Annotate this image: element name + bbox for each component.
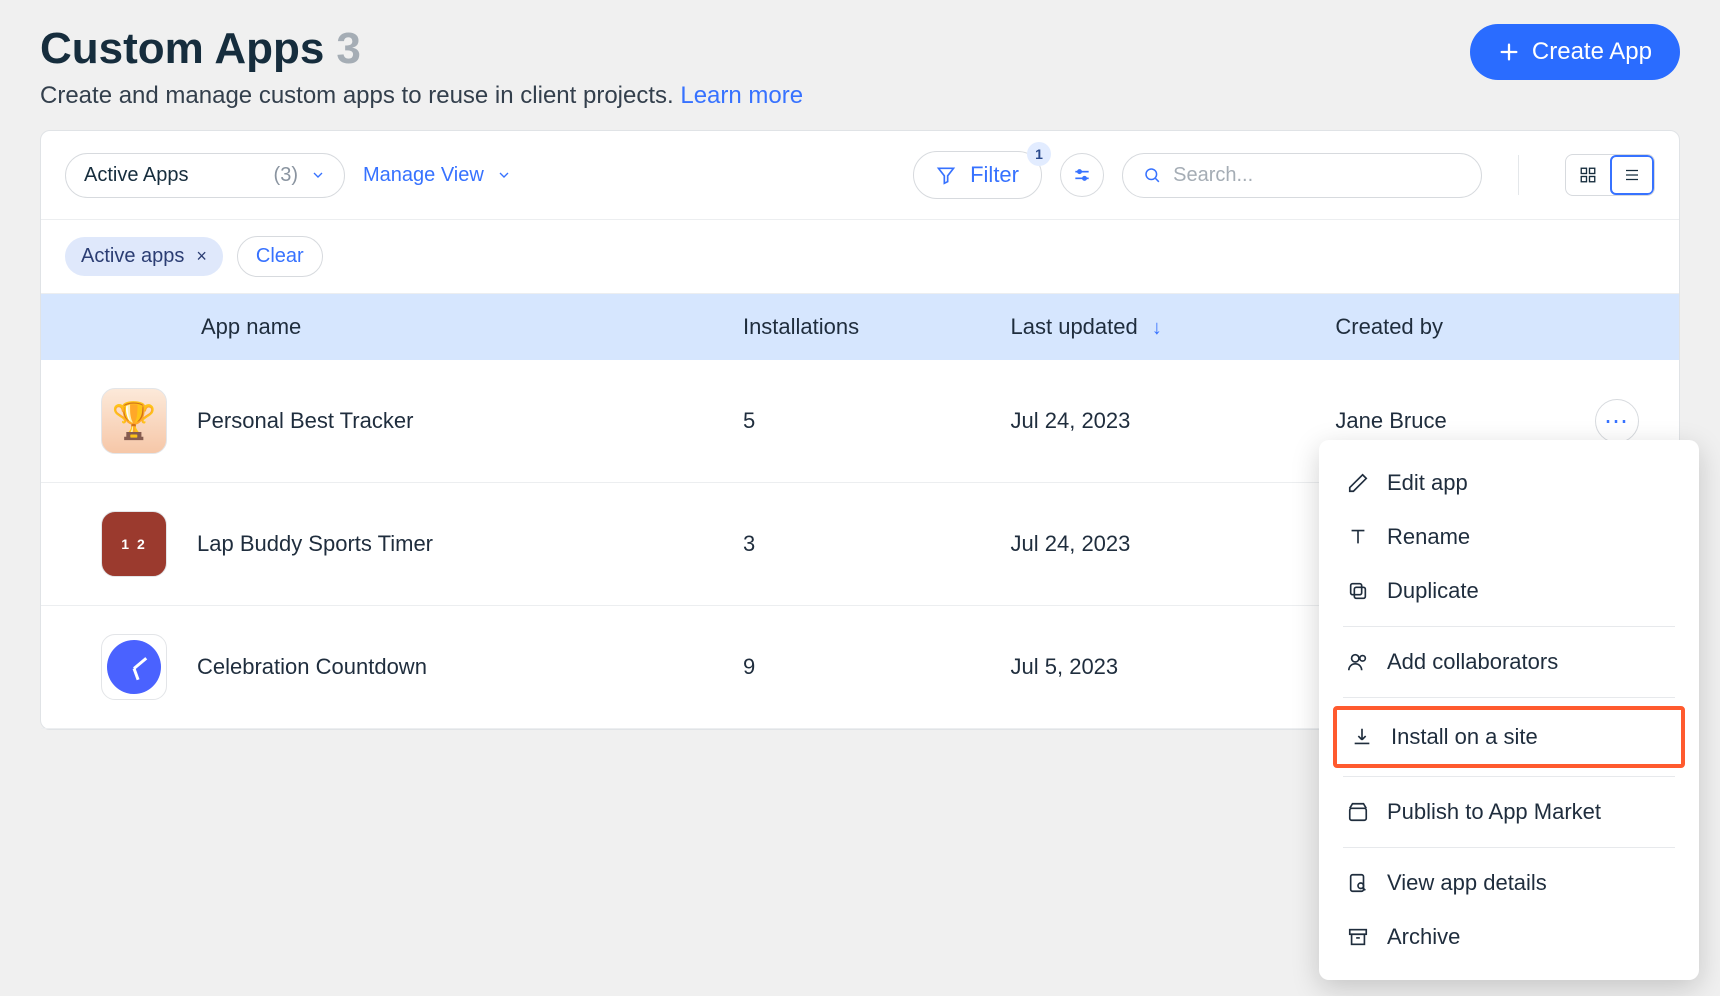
filter-chips-row: Active apps × Clear: [41, 220, 1679, 294]
col-last-updated[interactable]: Last updated ↓: [987, 294, 1312, 360]
menu-archive-label: Archive: [1387, 924, 1460, 950]
view-select-label: Active Apps: [84, 164, 189, 187]
learn-more-link[interactable]: Learn more: [680, 82, 803, 109]
table-header-row: App name Installations Last updated ↓ Cr…: [41, 294, 1679, 360]
row-actions-menu: Edit app Rename Duplicate: [1319, 440, 1699, 980]
menu-rename-label: Rename: [1387, 524, 1470, 550]
filter-button[interactable]: Filter 1: [913, 151, 1042, 199]
chip-close-icon[interactable]: ×: [196, 246, 207, 267]
plus-icon: [1498, 41, 1520, 63]
menu-publish[interactable]: Publish to App Market: [1319, 785, 1699, 839]
grid-view-button[interactable]: [1566, 155, 1610, 195]
pencil-icon: [1347, 472, 1369, 494]
toolbar: Active Apps (3) Manage View Filter 1: [41, 131, 1679, 220]
menu-divider: [1343, 776, 1675, 777]
list-icon: [1623, 166, 1641, 184]
menu-edit-app[interactable]: Edit app: [1319, 456, 1699, 510]
col-installations[interactable]: Installations: [719, 294, 987, 360]
menu-install-on-site[interactable]: Install on a site: [1349, 718, 1669, 756]
view-toggle: [1565, 154, 1655, 196]
users-icon: [1347, 651, 1369, 673]
sliders-icon: [1072, 165, 1092, 185]
app-installations: 3: [719, 483, 987, 606]
app-name: Lap Buddy Sports Timer: [197, 531, 433, 557]
create-app-button[interactable]: Create App: [1470, 24, 1680, 80]
search-input[interactable]: [1173, 164, 1461, 187]
toolbar-divider: [1518, 155, 1519, 195]
menu-divider: [1343, 847, 1675, 848]
filter-badge: 1: [1027, 142, 1051, 166]
title-text: Custom Apps: [40, 24, 324, 74]
filter-chip-active-apps[interactable]: Active apps ×: [65, 237, 223, 276]
settings-sliders-button[interactable]: [1060, 153, 1104, 197]
menu-divider: [1343, 626, 1675, 627]
table-row[interactable]: 🏆 Personal Best Tracker 5 Jul 24, 2023 J…: [41, 360, 1679, 483]
app-installations: 9: [719, 606, 987, 729]
app-updated: Jul 24, 2023: [987, 483, 1312, 606]
app-icon-trophy: 🏆: [101, 388, 167, 454]
view-select-count: (3): [274, 164, 298, 187]
copy-icon: [1347, 580, 1369, 602]
col-updated-label: Last updated: [1011, 314, 1138, 339]
sort-down-icon: ↓: [1152, 317, 1162, 339]
app-updated: Jul 5, 2023: [987, 606, 1312, 729]
col-actions: [1571, 294, 1679, 360]
menu-rename[interactable]: Rename: [1319, 510, 1699, 564]
app-name: Personal Best Tracker: [197, 408, 413, 434]
page-search-icon: [1347, 872, 1369, 894]
menu-install-highlight: Install on a site: [1333, 706, 1685, 768]
app-installations: 5: [719, 360, 987, 483]
menu-publish-label: Publish to App Market: [1387, 799, 1601, 825]
search-field[interactable]: [1122, 153, 1482, 198]
menu-view-details[interactable]: View app details: [1319, 856, 1699, 910]
page-header: Custom Apps 3 Create and manage custom a…: [40, 24, 1680, 110]
grid-icon: [1579, 166, 1597, 184]
archive-icon: [1347, 926, 1369, 948]
search-icon: [1143, 165, 1161, 185]
col-created-by[interactable]: Created by: [1311, 294, 1571, 360]
chevron-down-icon: [496, 167, 512, 183]
menu-duplicate[interactable]: Duplicate: [1319, 564, 1699, 618]
subtitle-text: Create and manage custom apps to reuse i…: [40, 82, 674, 109]
app-icon-track: 1 2: [101, 511, 167, 577]
filter-icon: [936, 165, 956, 185]
col-app-name[interactable]: App name: [41, 294, 719, 360]
menu-duplicate-label: Duplicate: [1387, 578, 1479, 604]
text-icon: [1347, 526, 1369, 548]
row-actions-button[interactable]: ⋯: [1595, 399, 1639, 443]
market-icon: [1347, 801, 1369, 823]
menu-edit-label: Edit app: [1387, 470, 1468, 496]
app-icon-clock: [101, 634, 167, 700]
clear-filters-button[interactable]: Clear: [237, 236, 323, 277]
menu-collab-label: Add collaborators: [1387, 649, 1558, 675]
menu-divider: [1343, 697, 1675, 698]
download-icon: [1351, 726, 1373, 748]
app-updated: Jul 24, 2023: [987, 360, 1312, 483]
menu-add-collaborators[interactable]: Add collaborators: [1319, 635, 1699, 689]
app-name: Celebration Countdown: [197, 654, 427, 680]
menu-install-label: Install on a site: [1391, 724, 1538, 750]
list-view-button[interactable]: [1610, 155, 1654, 195]
title-count: 3: [336, 24, 360, 74]
apps-card: Active Apps (3) Manage View Filter 1: [40, 130, 1680, 730]
page-title: Custom Apps 3: [40, 24, 803, 74]
manage-view-link[interactable]: Manage View: [363, 164, 512, 187]
manage-view-label: Manage View: [363, 164, 484, 187]
view-select[interactable]: Active Apps (3): [65, 153, 345, 198]
page-subtitle: Create and manage custom apps to reuse i…: [40, 82, 803, 110]
create-app-label: Create App: [1532, 38, 1652, 66]
menu-archive[interactable]: Archive: [1319, 910, 1699, 964]
apps-table: App name Installations Last updated ↓ Cr…: [41, 294, 1679, 729]
filter-label: Filter: [970, 162, 1019, 188]
chevron-down-icon: [310, 167, 326, 183]
chip-label: Active apps: [81, 245, 184, 268]
menu-details-label: View app details: [1387, 870, 1547, 896]
